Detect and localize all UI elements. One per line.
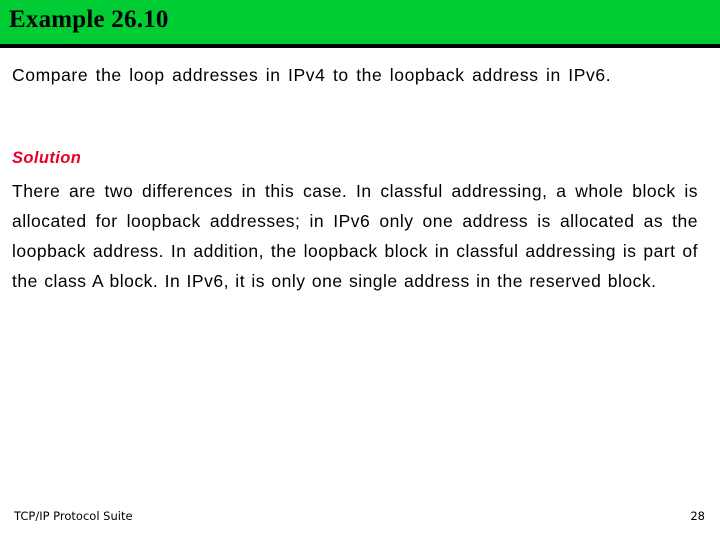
footer-page-number: 28: [690, 509, 705, 523]
slide-canvas: Example 26.10 Compare the loop addresses…: [0, 0, 720, 540]
example-question-text: Compare the loop addresses in IPv4 to th…: [12, 65, 612, 85]
title-bar-underline: [0, 44, 720, 48]
page-title: Example 26.10: [9, 6, 169, 33]
footer-book-title: TCP/IP Protocol Suite: [14, 509, 133, 523]
solution-body-text: There are two differences in this case. …: [12, 181, 698, 291]
solution-heading: Solution: [12, 149, 82, 167]
